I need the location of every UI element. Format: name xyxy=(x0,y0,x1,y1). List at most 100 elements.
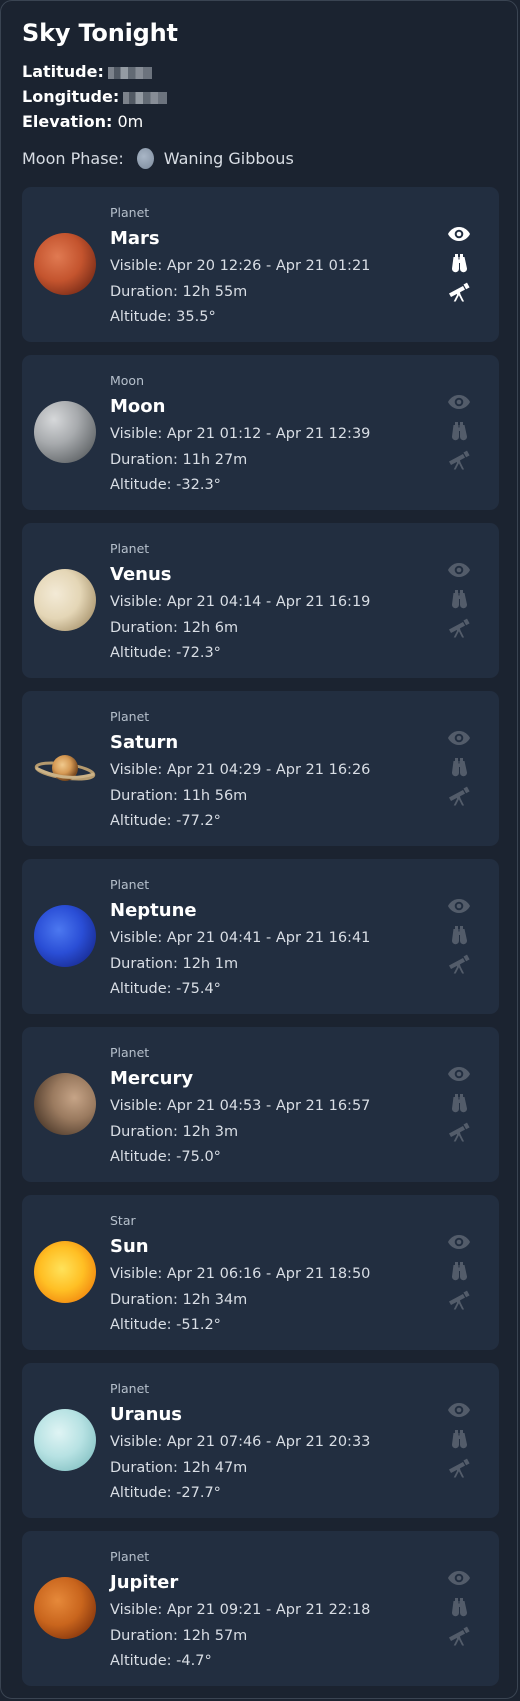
altitude: Altitude: -27.7° xyxy=(110,1485,221,1501)
object-kind: Planet xyxy=(110,877,150,892)
moon-phase-row: Moon Phase: Waning Gibbous xyxy=(22,148,502,169)
duration: Duration: 12h 55m xyxy=(110,283,248,300)
object-name: Mercury xyxy=(110,1068,194,1089)
altitude: Altitude: 35.5° xyxy=(110,309,216,325)
telescope-icon xyxy=(449,450,470,470)
visibility-icons xyxy=(447,223,473,310)
visibility-icons xyxy=(447,559,473,646)
telescope-icon xyxy=(449,1290,470,1310)
object-info: Planet Venus Visible: Apr 21 04:14 - Apr… xyxy=(110,541,370,667)
object-name: Jupiter xyxy=(110,1572,179,1593)
sun-image xyxy=(34,1241,96,1303)
object-kind: Planet xyxy=(110,1045,150,1060)
binoculars-icon xyxy=(451,590,468,609)
eye-icon xyxy=(448,899,470,913)
binoculars-icon xyxy=(451,1094,468,1113)
object-kind: Planet xyxy=(110,709,150,724)
binoculars-icon xyxy=(451,1430,468,1449)
eye-icon xyxy=(448,563,470,577)
eye-icon xyxy=(448,731,470,745)
object-kind: Planet xyxy=(110,541,150,556)
object-info: Planet Saturn Visible: Apr 21 04:29 - Ap… xyxy=(110,709,370,835)
altitude: Altitude: -75.4° xyxy=(110,981,221,997)
object-card-saturn[interactable]: Planet Saturn Visible: Apr 21 04:29 - Ap… xyxy=(22,691,499,846)
object-info: Planet Uranus Visible: Apr 21 07:46 - Ap… xyxy=(110,1381,370,1507)
eye-icon xyxy=(448,1067,470,1081)
visible-window: Visible: Apr 21 06:16 - Apr 21 18:50 xyxy=(110,1266,371,1282)
elevation-row: Elevation: 0m xyxy=(22,109,502,134)
object-card-moon[interactable]: Moon Moon Visible: Apr 21 01:12 - Apr 21… xyxy=(22,355,499,510)
duration: Duration: 12h 1m xyxy=(110,955,239,972)
header: Sky Tonight Latitude: Longitude: Elevati… xyxy=(22,19,502,169)
visible-window: Visible: Apr 21 09:21 - Apr 21 22:18 xyxy=(110,1602,371,1618)
duration: Duration: 11h 27m xyxy=(110,451,248,468)
object-kind: Planet xyxy=(110,205,150,220)
elevation-label: Elevation: xyxy=(22,112,113,131)
sky-tonight-panel: Sky Tonight Latitude: Longitude: Elevati… xyxy=(0,0,518,1699)
visibility-icons xyxy=(447,895,473,982)
latitude-label: Latitude: xyxy=(22,62,104,81)
venus-image xyxy=(34,569,96,631)
longitude-value-redacted xyxy=(123,91,168,104)
object-list: Planet Mars Visible: Apr 20 12:26 - Apr … xyxy=(22,187,499,1699)
object-card-uranus[interactable]: Planet Uranus Visible: Apr 21 07:46 - Ap… xyxy=(22,1363,499,1518)
latitude-row: Latitude: xyxy=(22,59,502,84)
object-name: Moon xyxy=(110,396,166,417)
binoculars-icon xyxy=(451,758,468,777)
duration: Duration: 12h 47m xyxy=(110,1459,248,1476)
moon-phase-label: Moon Phase: xyxy=(22,149,124,168)
eye-icon xyxy=(448,227,470,241)
visible-window: Visible: Apr 20 12:26 - Apr 21 01:21 xyxy=(110,258,371,274)
object-kind: Planet xyxy=(110,1549,150,1564)
visibility-icons xyxy=(447,391,473,478)
object-name: Uranus xyxy=(110,1404,182,1425)
saturn-image xyxy=(34,737,96,799)
object-info: Moon Moon Visible: Apr 21 01:12 - Apr 21… xyxy=(110,373,370,499)
visible-window: Visible: Apr 21 04:29 - Apr 21 16:26 xyxy=(110,762,371,778)
longitude-label: Longitude: xyxy=(22,87,120,106)
page-title: Sky Tonight xyxy=(22,19,178,47)
mercury-image xyxy=(34,1073,96,1135)
visible-window: Visible: Apr 21 04:53 - Apr 21 16:57 xyxy=(110,1098,371,1114)
moon-phase-icon xyxy=(136,148,154,169)
uranus-image xyxy=(34,1409,96,1471)
visibility-icons xyxy=(447,1399,473,1486)
object-name: Sun xyxy=(110,1236,149,1257)
object-info: Star Sun Visible: Apr 21 06:16 - Apr 21 … xyxy=(110,1213,370,1339)
object-card-mercury[interactable]: Planet Mercury Visible: Apr 21 04:53 - A… xyxy=(22,1027,499,1182)
altitude: Altitude: -32.3° xyxy=(110,477,221,493)
visible-window: Visible: Apr 21 04:41 - Apr 21 16:41 xyxy=(110,930,371,946)
altitude: Altitude: -4.7° xyxy=(110,1653,212,1669)
binoculars-icon xyxy=(451,1262,468,1281)
object-name: Neptune xyxy=(110,900,197,921)
object-kind: Moon xyxy=(110,373,145,388)
telescope-icon xyxy=(449,282,470,302)
altitude: Altitude: -77.2° xyxy=(110,813,221,829)
visible-window: Visible: Apr 21 04:14 - Apr 21 16:19 xyxy=(110,594,371,610)
visible-window: Visible: Apr 21 01:12 - Apr 21 12:39 xyxy=(110,426,371,442)
altitude: Altitude: -51.2° xyxy=(110,1317,221,1333)
moon-image xyxy=(34,401,96,463)
telescope-icon xyxy=(449,1458,470,1478)
object-card-jupiter[interactable]: Planet Jupiter Visible: Apr 21 09:21 - A… xyxy=(22,1531,499,1686)
object-info: Planet Neptune Visible: Apr 21 04:41 - A… xyxy=(110,877,370,1003)
latitude-value-redacted xyxy=(107,66,152,79)
object-card-mars[interactable]: Planet Mars Visible: Apr 20 12:26 - Apr … xyxy=(22,187,499,342)
duration: Duration: 12h 6m xyxy=(110,619,239,636)
telescope-icon xyxy=(449,954,470,974)
object-info: Planet Jupiter Visible: Apr 21 09:21 - A… xyxy=(110,1549,370,1675)
moon-phase-value: Waning Gibbous xyxy=(163,149,294,168)
object-card-venus[interactable]: Planet Venus Visible: Apr 21 04:14 - Apr… xyxy=(22,523,499,678)
object-card-neptune[interactable]: Planet Neptune Visible: Apr 21 04:41 - A… xyxy=(22,859,499,1014)
visible-window: Visible: Apr 21 07:46 - Apr 21 20:33 xyxy=(110,1434,371,1450)
object-card-sun[interactable]: Star Sun Visible: Apr 21 06:16 - Apr 21 … xyxy=(22,1195,499,1350)
longitude-row: Longitude: xyxy=(22,84,502,109)
object-kind: Planet xyxy=(110,1381,150,1396)
object-info: Planet Mercury Visible: Apr 21 04:53 - A… xyxy=(110,1045,370,1171)
duration: Duration: 12h 3m xyxy=(110,1123,239,1140)
object-name: Venus xyxy=(110,564,172,585)
visibility-icons xyxy=(447,1567,473,1654)
altitude: Altitude: -72.3° xyxy=(110,645,221,661)
altitude: Altitude: -75.0° xyxy=(110,1149,221,1165)
telescope-icon xyxy=(449,786,470,806)
